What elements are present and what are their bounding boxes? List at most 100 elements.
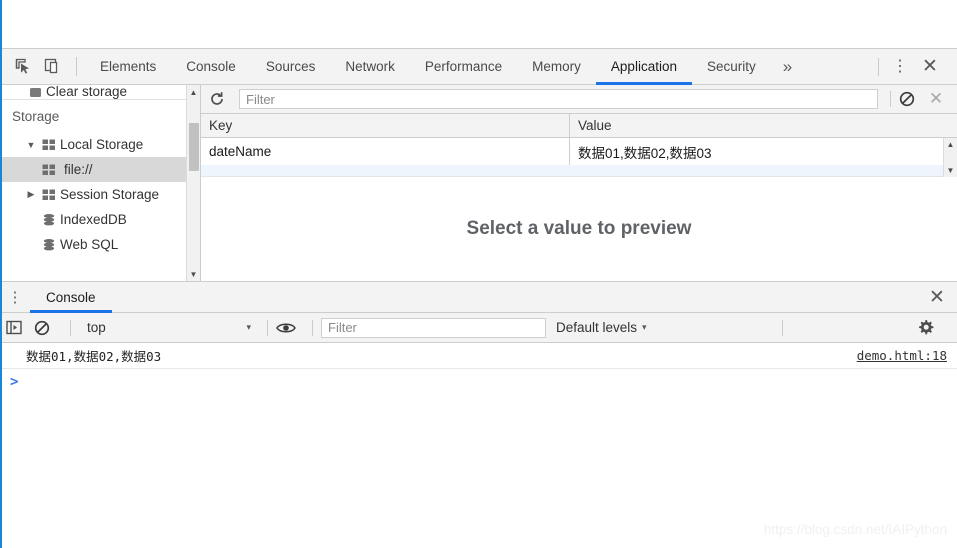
clear-console-icon[interactable] [34, 320, 62, 336]
application-sidebar: Clear storage Storage ▼ Local Storage fi… [0, 85, 201, 281]
table-cell-key[interactable]: dateName [201, 138, 570, 165]
devtools-menu-icon[interactable]: ⋮ [887, 57, 913, 75]
sidebar-item-websql[interactable]: Web SQL [0, 232, 186, 257]
sidebar-section-storage-label: Storage [12, 108, 60, 124]
console-prompt-caret: > [10, 374, 19, 390]
tab-application-label: Application [610, 59, 677, 74]
inspect-element-icon[interactable] [8, 49, 38, 84]
column-header-value[interactable]: Value [570, 114, 957, 137]
table-cell-value-label: 数据01,数据02,数据03 [578, 145, 712, 161]
sidebar-section-storage: Storage [0, 100, 186, 132]
chevron-down-icon[interactable]: ▼ [24, 140, 38, 150]
live-expression-icon[interactable] [276, 321, 304, 335]
tabbar-right-controls: ⋮ ✕ [870, 49, 957, 84]
column-header-key[interactable]: Key [201, 114, 570, 137]
delete-selected-label: ✕ [928, 89, 944, 108]
sidebar-scrollbar[interactable]: ▲ ▼ [186, 85, 200, 281]
console-levels-selector[interactable]: Default levels ▾ [546, 320, 657, 335]
device-toolbar-icon[interactable] [38, 49, 68, 84]
chevron-down-icon: ▾ [246, 322, 251, 332]
gear-icon[interactable] [917, 319, 951, 336]
tab-sources-label: Sources [265, 59, 316, 74]
clear-all-icon[interactable] [899, 91, 923, 107]
tab-application[interactable]: Application [595, 49, 693, 85]
watermark-text: https://blog.csdn.net/IAIPython [763, 522, 947, 537]
storage-toolbar-separator [890, 91, 891, 107]
column-header-key-label: Key [209, 118, 233, 133]
tab-console[interactable]: Console [171, 49, 251, 84]
drawer-tab-console-label: Console [46, 289, 96, 305]
local-storage-icon [38, 139, 60, 151]
sidebar-item-indexeddb[interactable]: IndexedDB [0, 207, 186, 232]
sidebar-item-local-storage[interactable]: ▼ Local Storage [0, 132, 186, 157]
sidebar-scroll-down-arrow[interactable]: ▼ [187, 267, 200, 281]
devtools-close-icon[interactable]: ✕ [913, 55, 947, 78]
tab-memory[interactable]: Memory [517, 49, 596, 84]
chevron-right-icon[interactable]: ▶ [24, 189, 38, 200]
sidebar-item-file-origin[interactable]: file:// [0, 157, 186, 182]
storage-key-value-table: Key Value dateName 数据01,数据02,数据03 ▲ ▼ [201, 114, 957, 177]
table-row[interactable]: dateName 数据01,数据02,数据03 ▲ ▼ [201, 138, 957, 177]
sidebar-scrollbar-thumb[interactable] [189, 123, 199, 171]
storage-toolbar: ✕ [201, 85, 957, 114]
tab-network-label: Network [345, 59, 395, 74]
page-left-accent-rule [0, 0, 2, 548]
value-scroll-down-arrow[interactable]: ▼ [944, 164, 957, 177]
console-filter-input[interactable] [321, 317, 546, 338]
console-message-source-link[interactable]: demo.html:18 [857, 348, 947, 363]
tab-security[interactable]: Security [692, 49, 771, 84]
sidebar-item-indexeddb-label: IndexedDB [60, 212, 127, 227]
devtools-menu-label: ⋮ [892, 57, 908, 75]
sidebar-item-file-origin-label: file:// [64, 162, 93, 177]
tab-sources[interactable]: Sources [251, 49, 331, 84]
application-panel: Clear storage Storage ▼ Local Storage fi… [0, 85, 957, 282]
console-drawer: ⋮ Console ✕ top ▾ Filter Default levels … [0, 282, 957, 543]
clear-storage-icon [24, 86, 46, 99]
value-scroll-up-arrow[interactable]: ▲ [944, 138, 957, 151]
console-context-selector[interactable]: top ▾ [79, 320, 259, 335]
more-tabs-label: » [782, 56, 793, 76]
value-preview-area: Select a value to preview [201, 177, 957, 281]
tab-performance-label: Performance [424, 59, 503, 74]
tab-performance[interactable]: Performance [410, 49, 517, 84]
drawer-menu-label: ⋮ [7, 289, 23, 306]
database-icon [38, 213, 60, 227]
database-icon [38, 238, 60, 252]
sidebar-item-websql-label: Web SQL [60, 237, 119, 252]
delete-selected-icon[interactable]: ✕ [923, 89, 949, 109]
more-tabs-icon[interactable]: » [771, 49, 804, 84]
storage-filter-input[interactable] [239, 89, 878, 109]
chevron-down-icon: ▾ [642, 322, 647, 332]
tab-elements-label: Elements [100, 59, 157, 74]
console-output: 数据01,数据02,数据03 demo.html:18 > https://bl… [0, 343, 957, 543]
session-storage-icon [38, 189, 60, 201]
tab-security-label: Security [706, 59, 756, 74]
console-sidebar-icon[interactable] [6, 320, 34, 335]
drawer-menu-icon[interactable]: ⋮ [0, 282, 30, 312]
column-header-value-label: Value [578, 118, 612, 133]
drawer-tab-console[interactable]: Console [30, 282, 112, 313]
tab-network[interactable]: Network [330, 49, 410, 84]
tab-console-label: Console [186, 59, 236, 74]
refresh-icon[interactable] [209, 91, 235, 107]
console-toolbar-separator-2 [267, 319, 268, 336]
devtools-main-tabbar: Elements Console Sources Network Perform… [0, 48, 957, 85]
drawer-tabbar: ⋮ Console ✕ [0, 282, 957, 313]
value-scrollbar[interactable]: ▲ ▼ [943, 138, 957, 177]
console-prompt-row[interactable]: > [0, 369, 957, 395]
drawer-close-icon[interactable]: ✕ [917, 282, 957, 312]
table-row-empty[interactable] [201, 165, 957, 177]
sidebar-item-clear-storage-label: Clear storage [46, 85, 128, 99]
table-cell-key-label: dateName [209, 144, 272, 159]
tab-elements[interactable]: Elements [85, 49, 171, 84]
console-message[interactable]: 数据01,数据02,数据03 demo.html:18 [0, 343, 957, 369]
sidebar-item-session-storage-label: Session Storage [60, 187, 160, 202]
tab-memory-label: Memory [532, 59, 581, 74]
sidebar-item-session-storage[interactable]: ▶ Session Storage [0, 182, 186, 207]
sidebar-scroll-up-arrow[interactable]: ▲ [187, 85, 200, 99]
console-toolbar: top ▾ Default levels ▾ [0, 313, 957, 343]
console-toolbar-separator-3 [312, 319, 313, 336]
application-sidebar-scroll: Clear storage Storage ▼ Local Storage fi… [0, 85, 186, 281]
sidebar-item-clear-storage[interactable]: Clear storage [0, 85, 186, 100]
table-cell-value[interactable]: 数据01,数据02,数据03 [570, 138, 957, 165]
